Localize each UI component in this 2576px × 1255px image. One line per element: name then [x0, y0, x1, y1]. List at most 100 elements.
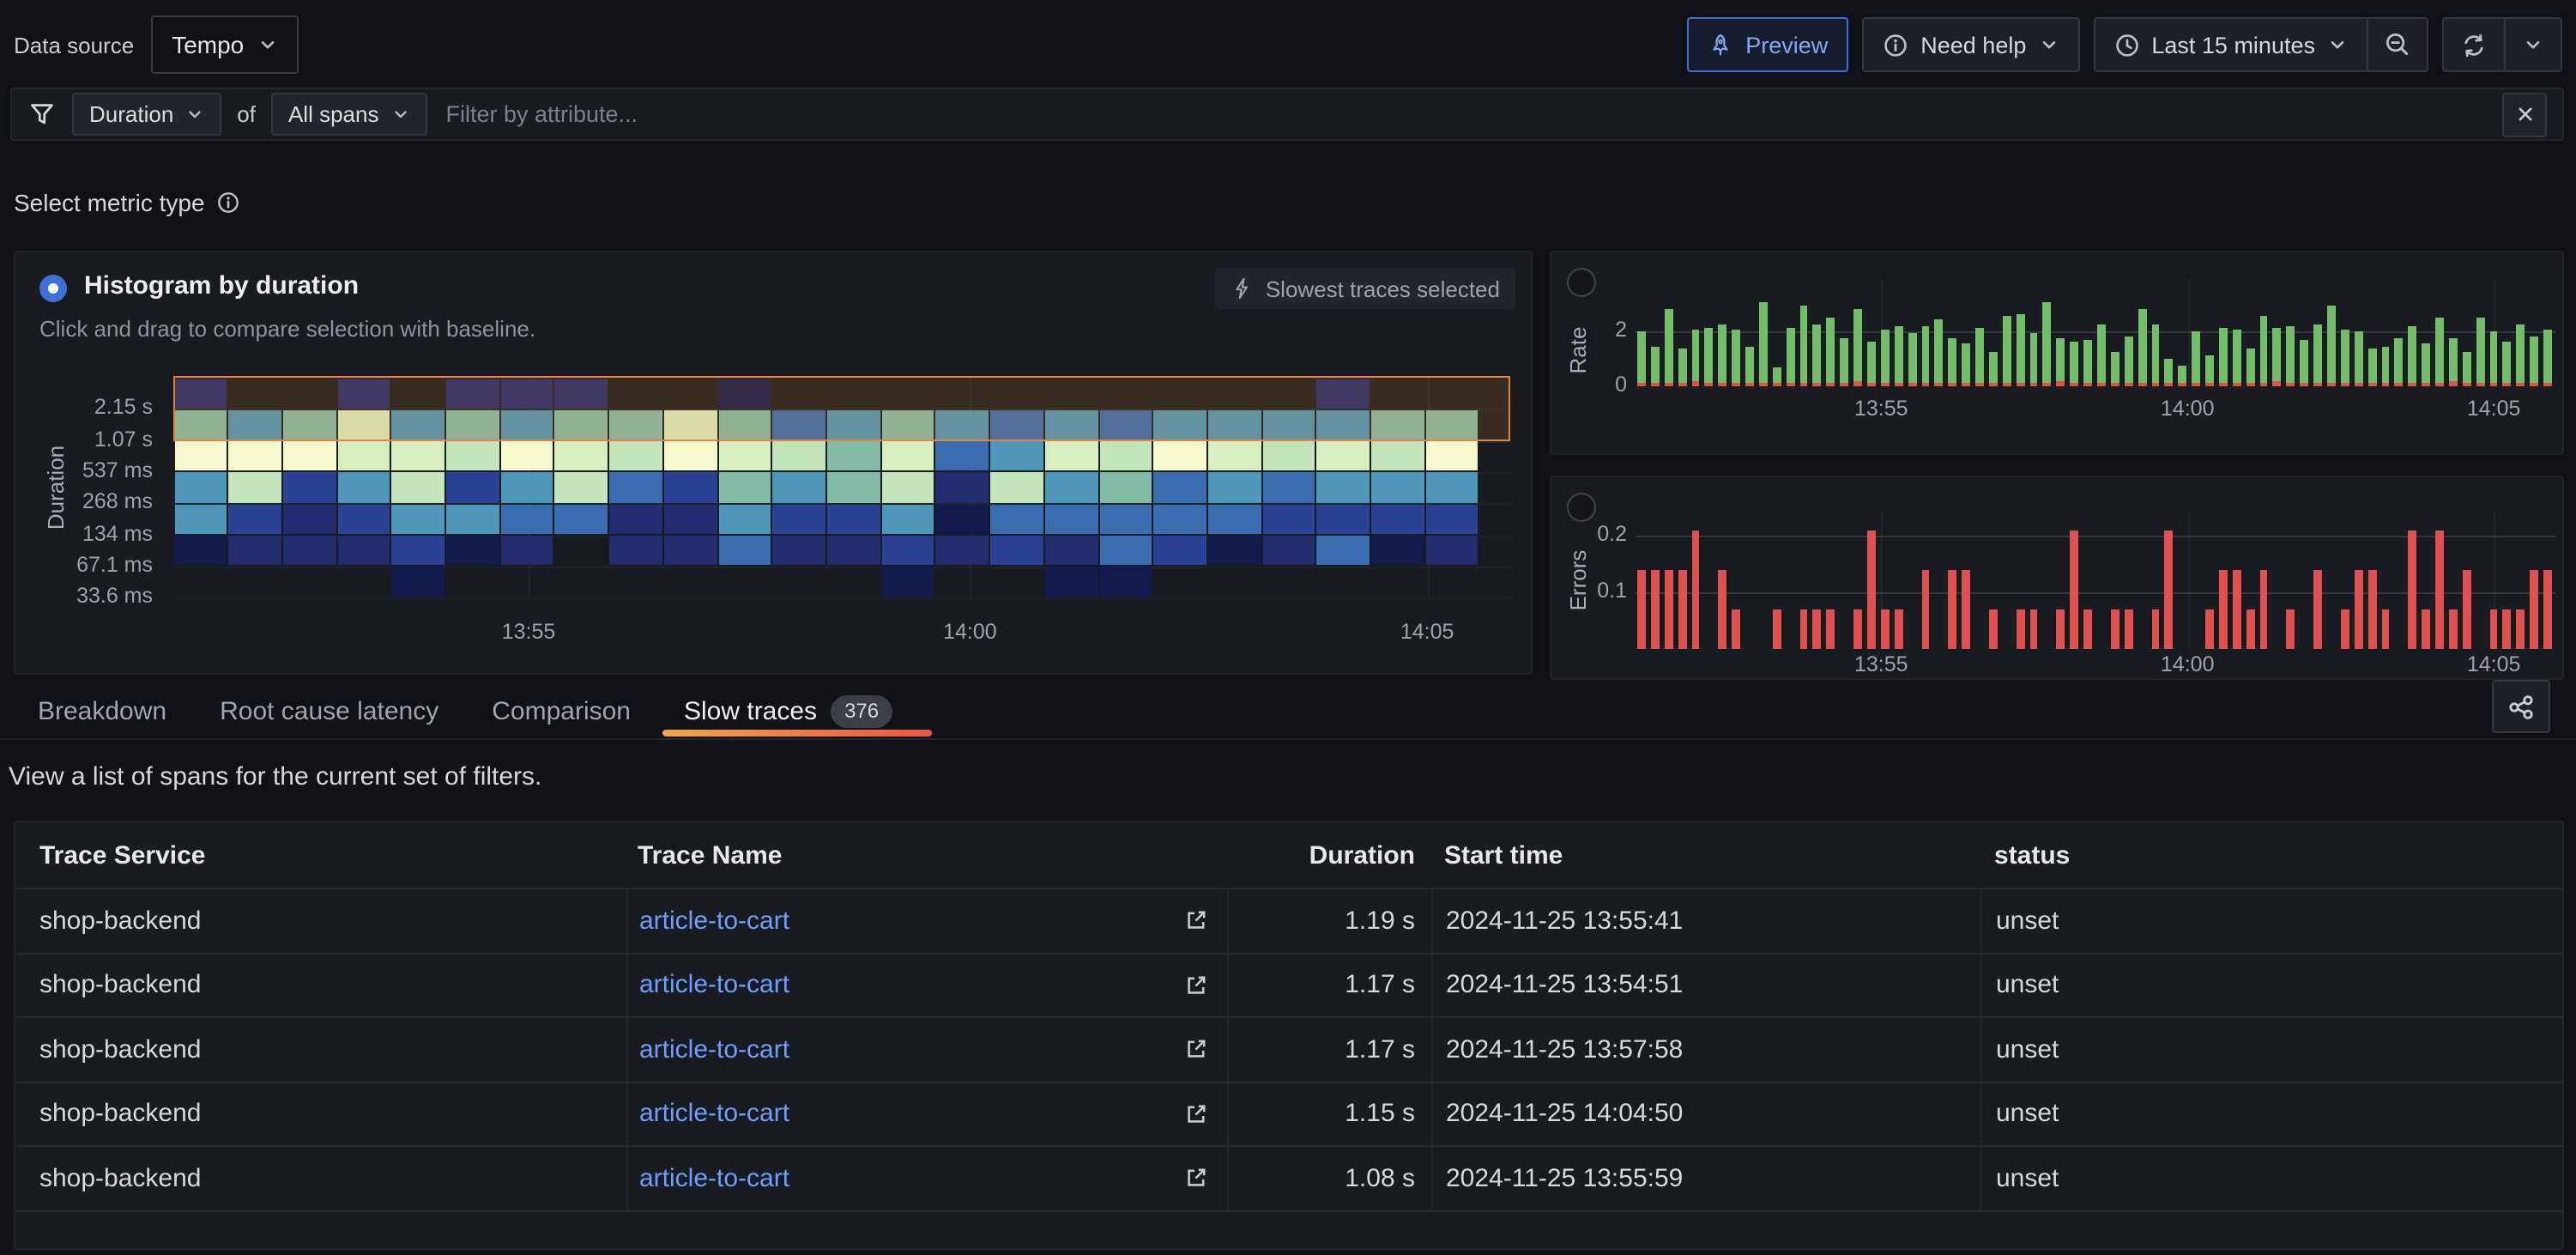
- datasource-label: Data source: [14, 32, 134, 58]
- zoom-out-button[interactable]: [2368, 17, 2428, 72]
- heatmap-cell: [609, 441, 662, 471]
- clear-filter-button[interactable]: [2502, 92, 2547, 136]
- heatmap-cell: [936, 441, 989, 471]
- time-range-button[interactable]: Last 15 minutes: [2093, 17, 2368, 72]
- top-toolbar: Data source Tempo Preview Need help Last…: [0, 0, 2576, 89]
- heatmap-y-tick: 1.07 s: [94, 427, 153, 451]
- chart-bar-overlay: [2205, 383, 2214, 386]
- errors-panel: Errors 0.2 0.1 13:5514:0014:05: [1550, 476, 2564, 680]
- chart-bar-overlay: [1799, 383, 1808, 386]
- trace-link[interactable]: article-to-cart: [639, 1035, 789, 1064]
- errors-radio[interactable]: [1567, 493, 1596, 522]
- refresh-button[interactable]: [2442, 17, 2506, 72]
- heatmap-cell: [827, 505, 880, 535]
- cell-trace-name: article-to-cart: [626, 1082, 1226, 1145]
- metric-type-row: Select metric type: [14, 189, 241, 216]
- heatmap-cell: [1262, 441, 1315, 471]
- heatmap-cell: [1371, 473, 1424, 503]
- refresh-interval-button[interactable]: [2506, 17, 2562, 72]
- external-link-icon[interactable]: [1182, 1036, 1209, 1064]
- chart-gridline: [2187, 512, 2189, 649]
- cell-trace-service: shop-backend: [15, 1082, 626, 1145]
- duration-heatmap-plot[interactable]: [173, 378, 1512, 598]
- chart-bar: [2259, 570, 2268, 649]
- heatmap-cell: [664, 505, 717, 535]
- chart-bar: [2476, 318, 2484, 386]
- chart-x-tick: 14:00: [2119, 397, 2256, 421]
- cell-start-time: 2024-11-25 13:55:59: [1430, 1147, 1980, 1210]
- chart-bar: [1799, 609, 1808, 649]
- selection-badge-label: Slowest traces selected: [1266, 276, 1500, 301]
- trace-link[interactable]: article-to-cart: [639, 906, 789, 936]
- errors-chart-plot[interactable]: [1636, 512, 2555, 649]
- cell-trace-service: shop-backend: [15, 889, 626, 952]
- chart-bar: [2003, 315, 2011, 386]
- tab-comparison[interactable]: Comparison: [492, 696, 631, 725]
- trace-link[interactable]: article-to-cart: [639, 1100, 789, 1129]
- filter-field-select[interactable]: Duration: [72, 93, 221, 136]
- chart-bar: [2057, 609, 2065, 649]
- chart-bar: [2355, 330, 2363, 386]
- heatmap-cell: [228, 505, 281, 535]
- preview-button[interactable]: Preview: [1687, 17, 1848, 72]
- need-help-button[interactable]: Need help: [1862, 17, 2079, 72]
- chart-bar-overlay: [2381, 383, 2390, 386]
- tab-breakdown[interactable]: Breakdown: [38, 696, 166, 725]
- refresh-group: [2442, 17, 2562, 72]
- chart-bar: [2422, 343, 2430, 386]
- chevron-down-icon: [257, 34, 278, 55]
- external-link-icon[interactable]: [1182, 972, 1209, 999]
- heatmap-x-tick: 13:55: [460, 620, 597, 644]
- heatmap-cell: [1262, 473, 1315, 503]
- heatmap-cell: [664, 441, 717, 471]
- tab-slow-traces-label: Slow traces: [684, 696, 817, 725]
- rate-radio[interactable]: [1567, 268, 1596, 297]
- attribute-filter-input[interactable]: [442, 100, 2487, 129]
- heatmap-y-tick: 268 ms: [82, 490, 153, 514]
- heatmap-cell: [337, 505, 390, 535]
- chart-bar-overlay: [1962, 383, 1970, 386]
- chart-bar: [2381, 609, 2390, 649]
- heatmap-cell: [1208, 536, 1261, 566]
- heatmap-cell: [555, 441, 608, 471]
- chart-bar-overlay: [2083, 383, 2092, 386]
- chart-bar-overlay: [2219, 383, 2228, 386]
- cell-status: unset: [1980, 1082, 2562, 1145]
- chart-bar: [2097, 324, 2106, 386]
- cell-duration: 1.15 s: [1226, 1082, 1430, 1145]
- heatmap-cell: [283, 441, 336, 471]
- heatmap-selection[interactable]: [173, 376, 1510, 440]
- filter-scope-select[interactable]: All spans: [271, 93, 427, 136]
- external-link-icon[interactable]: [1182, 1100, 1209, 1128]
- heatmap-cell: [1371, 505, 1424, 535]
- heatmap-y-tick: 134 ms: [82, 521, 153, 545]
- cell-start-time: 2024-11-25 14:04:50: [1430, 1082, 1980, 1145]
- chart-bar-overlay: [2517, 383, 2525, 386]
- heatmap-cell: [446, 441, 499, 471]
- duration-axis-labels: 2.15 s1.07 s537 ms268 ms134 ms67.1 ms33.…: [15, 378, 166, 604]
- trace-link[interactable]: article-to-cart: [639, 1164, 789, 1193]
- external-link-icon[interactable]: [1182, 1165, 1209, 1192]
- tab-slow-traces[interactable]: Slow traces 376: [684, 694, 892, 727]
- chart-bar: [2503, 609, 2512, 649]
- chart-bar: [1786, 328, 1794, 386]
- chart-bar: [1678, 349, 1686, 386]
- chart-bar-overlay: [2125, 383, 2133, 386]
- tab-root-cause-latency[interactable]: Root cause latency: [220, 696, 438, 725]
- heatmap-cell: [664, 536, 717, 566]
- chart-bar-overlay: [2395, 383, 2404, 386]
- chart-bar-overlay: [1705, 383, 1714, 386]
- col-header-trace-name: Trace Name: [626, 840, 1226, 870]
- datasource-select[interactable]: Tempo: [151, 15, 299, 74]
- cell-trace-name: article-to-cart: [626, 954, 1226, 1016]
- chart-gridline: [2187, 280, 2189, 386]
- histogram-radio[interactable]: [39, 275, 67, 302]
- table-row: shop-backendarticle-to-cart1.17 s2024-11…: [15, 1016, 2562, 1081]
- share-button[interactable]: [2492, 680, 2550, 733]
- trace-link[interactable]: article-to-cart: [639, 971, 789, 1000]
- heatmap-cell: [609, 473, 662, 503]
- chart-bar: [1853, 609, 1862, 649]
- external-link-icon[interactable]: [1182, 907, 1209, 935]
- rate-chart-plot[interactable]: [1636, 280, 2555, 386]
- chart-bar: [2246, 349, 2254, 386]
